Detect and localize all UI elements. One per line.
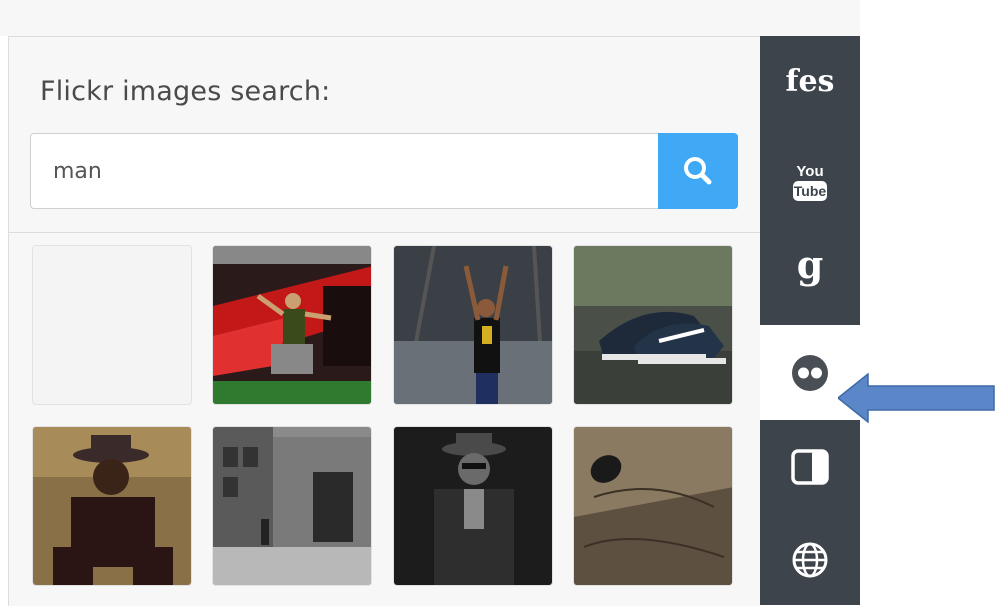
- divider: [8, 232, 760, 233]
- top-bar: [0, 0, 860, 36]
- sidebar-item-youtube[interactable]: You Tube: [760, 136, 860, 226]
- google-icon: g: [796, 242, 824, 287]
- search-icon: [684, 157, 712, 185]
- fes-logo-icon: fes: [785, 63, 835, 99]
- sidebar-item-google[interactable]: g: [760, 220, 860, 310]
- split-panel-icon: [791, 449, 829, 485]
- thumbnail-man-in-hat-crouching[interactable]: [32, 426, 192, 586]
- thumbnail-performer-arms-up[interactable]: [393, 245, 553, 405]
- youtube-icon: You Tube: [793, 163, 827, 201]
- sidebar-item-globe[interactable]: [760, 515, 860, 605]
- sidebar-item-panel[interactable]: [760, 422, 860, 512]
- thumbnail-street-bw[interactable]: [212, 426, 372, 586]
- sidebar-item-fes[interactable]: fes: [760, 36, 860, 126]
- flickr-icon: [792, 354, 828, 391]
- search-input[interactable]: [30, 133, 658, 209]
- thumbnail-man-portrait[interactable]: [393, 426, 553, 586]
- search-button[interactable]: [658, 133, 738, 209]
- panel-title: Flickr images search:: [40, 76, 331, 107]
- svg-text:Tube: Tube: [794, 183, 827, 199]
- annotation-arrow-icon: [838, 373, 995, 423]
- thumbnail-performer-red[interactable]: [212, 245, 372, 405]
- svg-text:You: You: [796, 163, 823, 180]
- thumbnail-rock-texture[interactable]: [573, 426, 733, 586]
- thumbnail-sneakers[interactable]: [573, 245, 733, 405]
- globe-icon: [792, 542, 828, 578]
- thumbnail-empty[interactable]: [32, 245, 192, 405]
